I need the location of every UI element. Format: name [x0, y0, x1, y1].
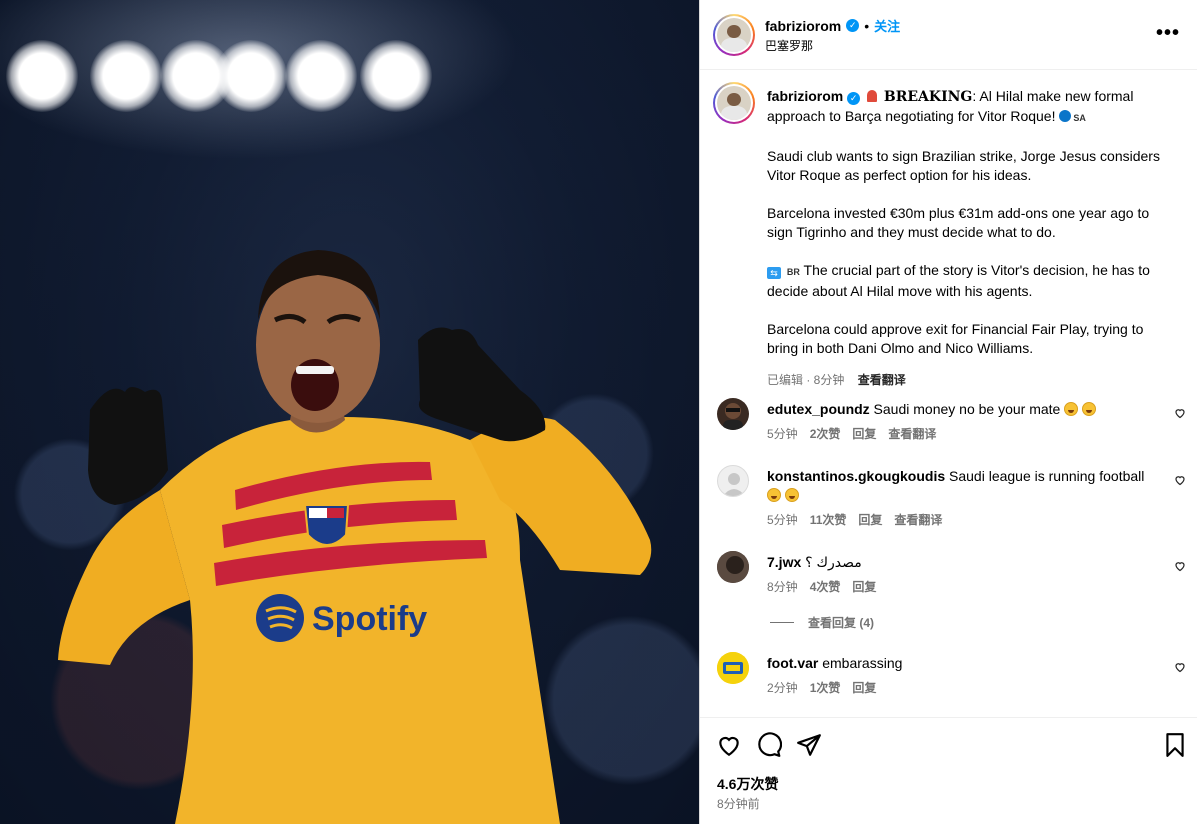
comment-text: foot.var embarassing — [767, 654, 1162, 673]
translate-button[interactable]: 查看翻译 — [894, 511, 942, 528]
comment-text: konstantinos.gkougkoudis Saudi league is… — [767, 467, 1162, 505]
reply-button[interactable]: 回复 — [852, 578, 876, 595]
caption-author-avatar[interactable] — [713, 82, 755, 124]
comment-likes[interactable]: 1次赞 — [810, 679, 841, 696]
commenter-avatar[interactable] — [717, 465, 749, 497]
laughing-emoji-icon — [1082, 402, 1097, 416]
flag-code: BR — [786, 267, 800, 277]
heart-icon[interactable] — [1174, 560, 1186, 572]
comment-meta: 5分钟 11次赞 回复 查看翻译 — [767, 511, 942, 528]
heart-icon[interactable] — [1174, 407, 1186, 419]
heart-icon[interactable] — [1174, 661, 1186, 673]
verified-icon: ✓ — [846, 19, 860, 32]
commenter-username[interactable]: foot.var — [767, 655, 818, 671]
likes-count[interactable]: 4.6万次赞 — [717, 774, 778, 794]
author-avatar[interactable] — [713, 14, 755, 56]
caption-timestamp: 已编辑 · 8分钟 — [767, 373, 845, 387]
siren-icon — [867, 90, 878, 102]
more-options-icon[interactable]: ••• — [1156, 22, 1180, 45]
caption: fabriziorom ✓ BREAKING: Al Hilal make ne… — [767, 87, 1167, 390]
comment-body: مصدرك ؟ — [801, 554, 862, 570]
comment-body: Saudi league is running football — [945, 468, 1145, 484]
flag-code: SA — [1073, 113, 1086, 123]
author-row: fabriziorom ✓ • 关注 — [765, 16, 900, 35]
follow-button[interactable]: 关注 — [874, 16, 900, 35]
comment-time: 5分钟 — [767, 427, 798, 441]
comments-scroll-area[interactable]: fabriziorom ✓ BREAKING: Al Hilal make ne… — [700, 70, 1197, 717]
comment-time: 8分钟 — [767, 580, 798, 594]
view-replies-button[interactable]: 查看回复 (4) — [770, 614, 874, 631]
post-actions: 4.6万次赞 8分钟前 — [700, 717, 1197, 824]
player-teeth — [296, 366, 334, 374]
caption-paragraph: Barcelona invested €30m plus €31m add-on… — [767, 205, 1150, 240]
spotify-logo — [256, 594, 304, 642]
translate-button[interactable]: 查看翻译 — [888, 425, 936, 442]
commenter-avatar[interactable] — [717, 652, 749, 684]
reply-button[interactable]: 回复 — [858, 511, 882, 528]
comment-text: 7.jwx مصدرك ؟ — [767, 553, 1162, 572]
caption-meta: 已编辑 · 8分钟 查看翻译 — [767, 371, 1167, 390]
author-username[interactable]: fabriziorom — [765, 18, 841, 34]
caption-username[interactable]: fabriziorom — [767, 88, 843, 104]
caption-paragraph: The crucial part of the story is Vitor's… — [767, 262, 1150, 299]
heart-icon[interactable] — [1174, 474, 1186, 486]
comment-body: Saudi money no be your mate — [869, 401, 1061, 417]
location-link[interactable]: 巴塞罗那 — [765, 37, 813, 54]
player-right-glove — [418, 327, 546, 442]
comment-body: embarassing — [818, 655, 903, 671]
sponsor-text: Spotify — [312, 600, 427, 638]
like-icon[interactable] — [716, 732, 742, 758]
post-media[interactable]: Spotify — [0, 0, 699, 824]
comment-icon[interactable] — [756, 732, 782, 758]
commenter-username[interactable]: 7.jwx — [767, 554, 801, 570]
caption-paragraph: Saudi club wants to sign Brazilian strik… — [767, 148, 1160, 183]
comment-time: 2分钟 — [767, 681, 798, 695]
comment-likes[interactable]: 4次赞 — [810, 578, 841, 595]
post-time: 8分钟前 — [717, 797, 760, 811]
commenter-avatar[interactable] — [717, 398, 749, 430]
caption-breaking: BREAKING — [883, 89, 973, 105]
comment-likes[interactable]: 2次赞 — [810, 425, 841, 442]
repost-icon: ⇆ — [767, 267, 781, 279]
save-bookmark-icon[interactable] — [1162, 732, 1188, 758]
player-left-glove — [88, 387, 168, 505]
comment-time: 5分钟 — [767, 513, 798, 527]
caption-paragraph: Barcelona could approve exit for Financi… — [767, 321, 1144, 356]
laughing-emoji-icon — [784, 488, 799, 502]
verified-icon: ✓ — [847, 92, 861, 105]
reply-button[interactable]: 回复 — [852, 679, 876, 696]
laughing-emoji-icon — [767, 488, 781, 502]
separator-dot: • — [864, 17, 870, 34]
post-header: fabriziorom ✓ • 关注 巴塞罗那 ••• — [700, 0, 1197, 70]
comment-meta: 8分钟 4次赞 回复 — [767, 578, 876, 595]
share-icon[interactable] — [796, 732, 822, 758]
comment-likes[interactable]: 11次赞 — [810, 511, 847, 528]
comment-meta: 5分钟 2次赞 回复 查看翻译 — [767, 425, 936, 442]
commenter-username[interactable]: edutex_poundz — [767, 401, 870, 417]
club-crest — [309, 508, 327, 518]
commenter-avatar[interactable] — [717, 551, 749, 583]
view-replies-label: 查看回复 (4) — [808, 616, 875, 630]
saudi-flag-icon — [1059, 110, 1072, 122]
commenter-username[interactable]: konstantinos.gkougkoudis — [767, 468, 945, 484]
post-panel: fabriziorom ✓ • 关注 巴塞罗那 ••• fabriziorom … — [699, 0, 1197, 824]
laughing-emoji-icon — [1064, 402, 1079, 416]
club-crest — [327, 508, 344, 518]
player-photo: Spotify — [58, 250, 652, 824]
divider-line — [770, 622, 794, 623]
comment-meta: 2分钟 1次赞 回复 — [767, 679, 876, 696]
reply-button[interactable]: 回复 — [852, 425, 876, 442]
comment-text: edutex_poundz Saudi money no be your mat… — [767, 400, 1162, 419]
translate-button[interactable]: 查看翻译 — [858, 373, 906, 387]
